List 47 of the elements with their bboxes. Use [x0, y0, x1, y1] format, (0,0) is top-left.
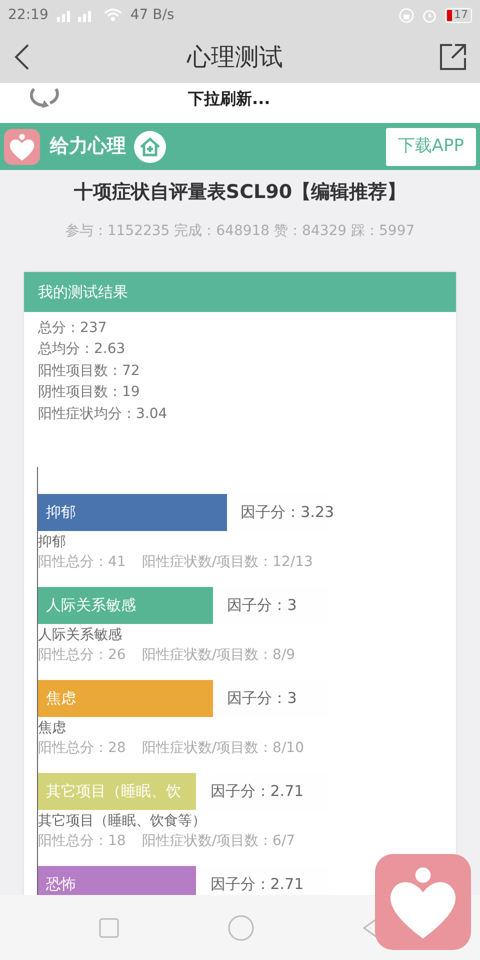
positive-total: 阳性总分：26	[38, 647, 126, 663]
recent-apps-icon[interactable]	[99, 918, 119, 938]
app-logo	[4, 128, 40, 164]
card-heading: 我的测试结果	[24, 272, 456, 312]
summary-line: 阴性项目数：19	[38, 383, 141, 402]
summary-line: 阳性症状均分：3.04	[38, 404, 168, 424]
symptom-ratio: 阳性症状数/项目数：8/10	[142, 740, 304, 756]
positive-total: 阳性总分：41	[38, 554, 126, 570]
factor-name: 人际关系敏感	[38, 626, 123, 645]
factor-score: 因子分：2.71	[210, 781, 304, 802]
battery-indicator: 17	[445, 8, 472, 22]
summary-line: 总分：237	[38, 318, 108, 338]
brand-name: 给力心理	[50, 134, 126, 160]
floating-logo-button[interactable]	[375, 854, 471, 950]
factor-bar: 焦虑	[38, 680, 214, 717]
download-app-button[interactable]: 下载APP	[386, 128, 476, 166]
factor-bar: 其它项目（睡眠、饮	[38, 773, 196, 810]
home-icon[interactable]	[134, 130, 166, 162]
status-time: 22:19	[8, 6, 48, 24]
factor-bar: 人际关系敏感	[38, 587, 214, 624]
factor-name: 其它项目（睡眠、饮食等）	[38, 812, 207, 831]
back-icon[interactable]	[14, 44, 30, 70]
page-title: 心理测试	[187, 42, 283, 72]
symptom-ratio: 阳性症状数/项目数：12/13	[142, 554, 313, 570]
factor-score: 因子分：3	[227, 595, 297, 616]
summary-line: 阳性项目数：72	[38, 362, 141, 380]
test-title: 十项症状自评量表SCL90【编辑推荐】	[72, 180, 408, 205]
lock-icon	[399, 8, 414, 22]
factor-score: 因子分：2.71	[210, 874, 304, 896]
factor-bar: 抑郁	[38, 494, 227, 531]
positive-total: 阳性总分：28	[38, 740, 126, 756]
alarm-icon	[422, 8, 437, 22]
pull-refresh-text: 下拉刷新...	[188, 88, 270, 110]
summary-line: 总均分：2.63	[38, 340, 126, 359]
positive-total: 阳性总分：18	[38, 833, 126, 849]
test-stats: 参与：1152235 完成：648918 赞：84329 踩：5997	[64, 222, 416, 240]
home-button-icon[interactable]	[228, 914, 254, 940]
factor-score: 因子分：3	[227, 688, 297, 710]
network-speed: 47 B/s	[130, 6, 174, 24]
symptom-ratio: 阳性症状数/项目数：6/7	[142, 833, 296, 849]
share-icon[interactable]	[440, 44, 466, 70]
factor-name: 抑郁	[38, 533, 67, 552]
symptom-ratio: 阳性症状数/项目数：8/9	[142, 647, 296, 663]
factor-name: 焦虑	[38, 719, 67, 738]
wifi-icon	[104, 8, 122, 22]
factor-score: 因子分：3.23	[240, 502, 334, 524]
refresh-icon	[30, 85, 60, 110]
